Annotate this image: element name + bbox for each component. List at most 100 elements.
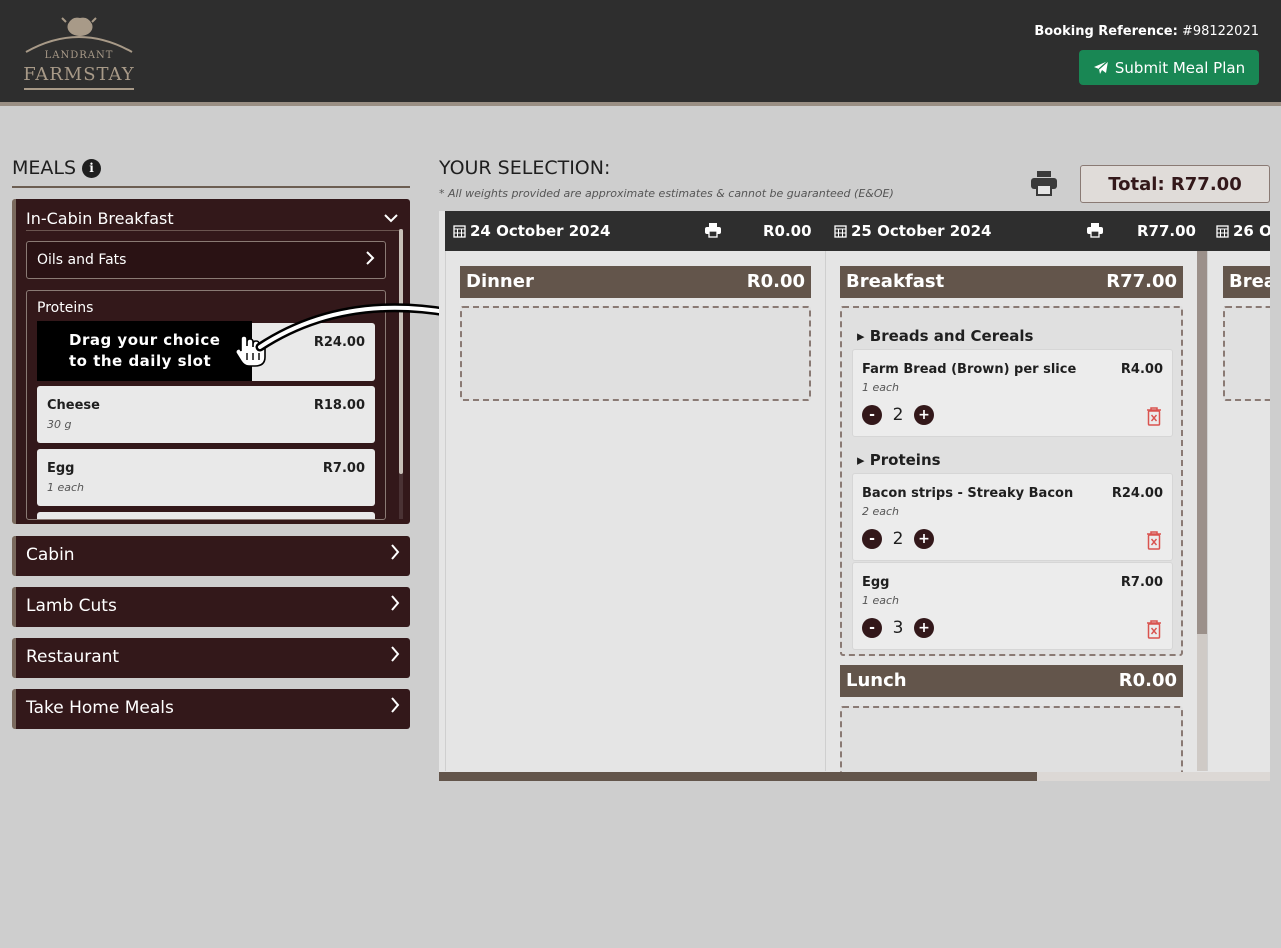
info-icon[interactable]: i [82,158,102,178]
day-total: R0.00 [763,222,812,240]
meals-heading-text: MEALS [12,157,77,179]
chevron-right-icon [390,543,400,566]
item-price: R4.00 [1120,362,1163,377]
chevron-right-icon [390,645,400,668]
quantity-value: 2 [892,529,904,549]
drag-hint-line1: Drag your choice [69,331,221,349]
cow-emblem-icon [25,17,133,53]
logo-big-text: FARMSTAY [23,64,135,85]
meal-drop-zone-dinner[interactable] [460,306,811,401]
delete-trash-icon[interactable] [1146,530,1162,554]
meal-slot-header-breakfast: Brea [1223,266,1270,298]
accordion-header-in-cabin-breakfast[interactable]: In-Cabin Breakfast [26,209,400,231]
submit-meal-plan-button[interactable]: Submit Meal Plan [1079,50,1259,85]
day-column-scrollbar-thumb[interactable] [1197,251,1207,634]
selected-item-card[interactable]: Farm Bread (Brown) per slice R4.00 1 eac… [852,349,1173,437]
logo-underline [24,88,134,90]
meal-item-card[interactable] [37,512,375,519]
accordion-label: Take Home Meals [26,698,174,718]
increment-button[interactable]: + [914,405,934,425]
planner-horizontal-scrollbar-thumb[interactable] [439,772,1037,781]
item-price: R7.00 [1120,575,1163,590]
day-header-bar: 24 October 2024 R0.00 25 October 2024 R7… [445,211,1270,251]
accordion-lamb-cuts[interactable]: Lamb Cuts [12,587,410,627]
paper-plane-icon [1093,60,1109,74]
logo-small-text: LANDRANT [44,50,114,61]
calendar-icon [453,225,466,238]
day-header-24-october: 24 October 2024 R0.00 [445,211,825,251]
selected-item-card[interactable]: Bacon strips - Streaky Bacon R24.00 2 ea… [852,473,1173,561]
accordion-label: In-Cabin Breakfast [26,209,174,228]
item-price: R18.00 [313,398,365,413]
meal-drop-zone-lunch[interactable] [840,706,1183,781]
item-quantity: 1 each [47,481,85,494]
meal-name: Dinner [466,271,534,292]
day-date-text: 24 October 2024 [470,222,611,240]
caret-right-icon: ▸ [857,451,865,469]
category-toggle-proteins[interactable]: ▸ Proteins [857,451,941,469]
quantity-stepper: - 3 + [862,618,934,638]
delete-trash-icon[interactable] [1146,406,1162,430]
weights-disclaimer: * All weights provided are approximate e… [439,187,894,200]
category-label: Breads and Cereals [869,327,1034,345]
accordion-take-home-meals[interactable]: Take Home Meals [12,689,410,729]
decrement-button[interactable]: - [862,405,882,425]
day-date: 24 October 2024 [453,222,611,240]
day-header-25-october: 25 October 2024 R77.00 [826,211,1207,251]
day-date-text: 26 Oc [1233,222,1270,240]
selected-item-card[interactable]: Egg R7.00 1 each - 3 + [852,562,1173,650]
item-price: R24.00 [1111,486,1163,501]
day-header-26-october: 26 Oc [1208,211,1270,251]
meal-slot-header-dinner: Dinner R0.00 [460,266,811,298]
chevron-down-icon [384,211,398,227]
caret-right-icon: ▸ [857,327,865,345]
accordion-cabin[interactable]: Cabin [12,536,410,576]
meal-total: R77.00 [1106,271,1177,292]
increment-button[interactable]: + [914,618,934,638]
landrant-farmstay-logo: LANDRANT FARMSTAY [22,14,136,92]
day-column-scrollbar[interactable] [1197,251,1207,771]
drag-hint-tooltip: Drag your choice to the daily slot [37,321,252,381]
day-date-text: 25 October 2024 [851,222,992,240]
meal-slot-header-lunch: Lunch R0.00 [840,665,1183,697]
item-price: R7.00 [322,461,365,476]
meal-drop-zone-breakfast[interactable]: ▸ Breads and Cereals Farm Bread (Brown) … [840,306,1183,656]
day-column-24-october: Dinner R0.00 [445,251,825,771]
meal-name: Breakfast [846,271,945,292]
category-label: Proteins [869,451,941,469]
print-all-icon[interactable] [1030,170,1058,200]
meals-heading: MEALS i [12,157,102,179]
booking-reference-value: #98122021 [1181,24,1259,39]
item-name: Farm Bread (Brown) per slice [862,362,1077,377]
chevron-right-icon [365,250,375,270]
chevron-right-icon [390,594,400,617]
accordion-restaurant[interactable]: Restaurant [12,638,410,678]
meal-drop-zone-breakfast[interactable] [1223,306,1270,401]
delete-trash-icon[interactable] [1146,619,1162,643]
subcategory-label: Oils and Fats [37,252,127,268]
decrement-button[interactable]: - [862,618,882,638]
item-quantity: 30 g [47,418,72,431]
planner-horizontal-scrollbar[interactable] [439,772,1270,781]
booking-reference-label: Booking Reference: [1034,24,1178,39]
quantity-stepper: - 2 + [862,405,934,425]
decrement-button[interactable]: - [862,529,882,549]
accordion-label: Cabin [26,545,75,565]
item-name: Egg [47,461,75,476]
subcategory-label: Proteins [37,300,94,316]
item-quantity: 1 each [862,381,900,394]
meal-item-card[interactable]: Cheese R18.00 30 g [37,386,375,443]
meal-item-card[interactable]: Egg R7.00 1 each [37,449,375,506]
category-toggle-breads[interactable]: ▸ Breads and Cereals [857,327,1033,345]
subcategory-oils-and-fats[interactable]: Oils and Fats [26,241,386,279]
calendar-icon [1216,225,1229,238]
print-day-icon[interactable] [705,223,721,242]
drag-hint-line2: to the daily slot [69,352,212,370]
accordion-label: Restaurant [26,647,120,667]
meal-planner-board: 24 October 2024 R0.00 25 October 2024 R7… [439,211,1270,781]
print-day-icon[interactable] [1087,223,1103,242]
increment-button[interactable]: + [914,529,934,549]
quantity-stepper: - 2 + [862,529,934,549]
calendar-icon [834,225,847,238]
day-date: 26 Oc [1216,222,1270,240]
